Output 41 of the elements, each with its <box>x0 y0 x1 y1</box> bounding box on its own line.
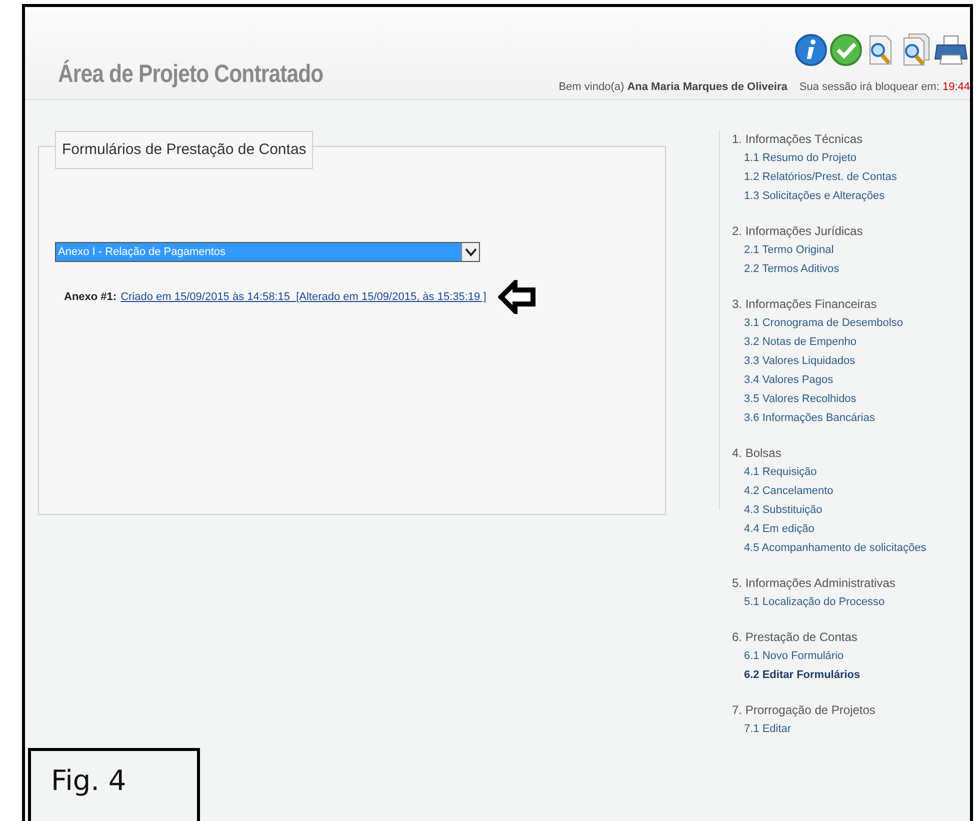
menu-item[interactable]: 4.3 Substituição <box>732 501 926 520</box>
page-title: Área de Projeto Contratado <box>58 60 324 90</box>
menu-heading: 1. Informações Técnicas <box>732 131 864 148</box>
menu-item[interactable]: 5.1 Localização do Processo <box>732 593 926 612</box>
menu-item[interactable]: 2.1 Termo Original <box>732 241 926 260</box>
user-name: Ana Maria Marques de Oliveira <box>627 81 788 93</box>
menu-item[interactable]: 1.1 Resumo do Projeto <box>732 149 926 168</box>
session-time: 19:44 <box>942 81 970 93</box>
menu-heading: 3. Informações Financeiras <box>732 296 878 313</box>
menu-heading: 4. Bolsas <box>732 445 782 462</box>
panel-legend: Formulários de Prestação de Contas <box>55 131 314 169</box>
menu-heading: 5. Informações Administrativas <box>732 575 896 592</box>
welcome-text: Bem vindo(a) <box>558 81 624 93</box>
menu-item[interactable]: 6.2 Editar Formulários <box>732 666 926 685</box>
menu-item[interactable]: 3.2 Notas de Empenho <box>732 333 926 352</box>
session-text: Sua sessão irá bloquear em: <box>799 81 940 93</box>
menu-item[interactable]: 3.5 Valores Recolhidos <box>732 390 926 409</box>
check-icon[interactable] <box>829 33 863 67</box>
menu-item[interactable]: 3.1 Cronograma de Desembolso <box>732 314 926 333</box>
menu-item[interactable]: 2.2 Termos Aditivos <box>732 260 926 279</box>
menu-item[interactable]: 4.1 Requisição <box>732 463 926 482</box>
menu-item[interactable]: 1.2 Relatórios/Prest. de Contas <box>732 168 926 187</box>
annex-link[interactable]: Criado em 15/09/2015 às 14:58:15 [Alterado em 15/09/2015, às 15:35:19 ] <box>120 291 486 303</box>
info-icon[interactable] <box>794 33 828 67</box>
left-arrow-icon <box>498 280 536 314</box>
menu-heading: 2. Informações Jurídicas <box>732 223 864 240</box>
printer-icon[interactable] <box>934 33 968 67</box>
menu-item[interactable]: 4.5 Acompanhamento de solicitações <box>732 539 926 558</box>
menu-item[interactable]: 3.6 Informações Bancárias <box>732 409 926 428</box>
menu-item[interactable]: 7.1 Editar <box>732 720 926 739</box>
annex-label: Anexo #1: <box>64 291 117 303</box>
menu-item[interactable]: 3.4 Valores Pagos <box>732 371 926 390</box>
dropdown-icon[interactable] <box>461 243 479 261</box>
menu-heading: 6. Prestação de Contas <box>732 629 858 646</box>
menu-item[interactable]: 1.3 Solicitações e Alterações <box>732 187 926 206</box>
menu-item[interactable]: 4.4 Em edição <box>732 520 926 539</box>
menu-item[interactable]: 3.3 Valores Liquidados <box>732 352 926 371</box>
menu-item[interactable]: 6.1 Novo Formulário <box>732 647 926 666</box>
menu-item[interactable]: 4.2 Cancelamento <box>732 482 926 501</box>
menu-heading: 7. Prorrogação de Projetos <box>732 702 876 719</box>
figure-label: Fig. 4 <box>28 748 200 821</box>
